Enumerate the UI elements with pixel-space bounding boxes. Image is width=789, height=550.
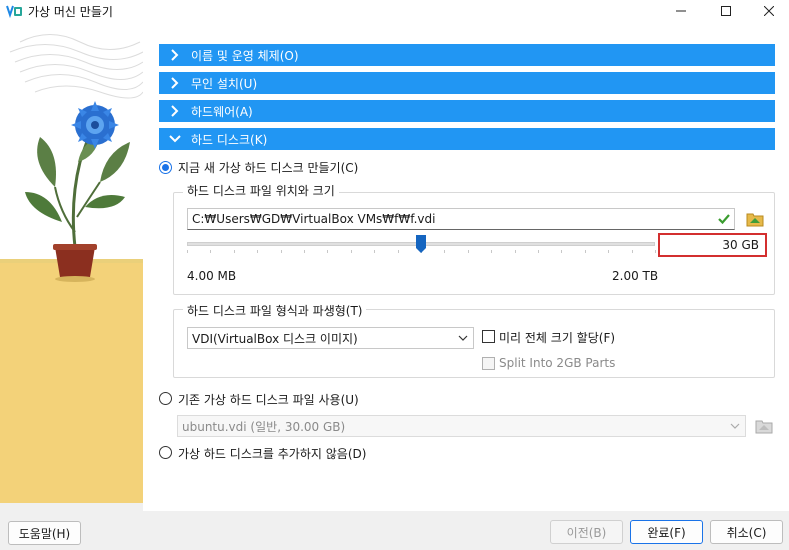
disk-file-path-value: C:₩Users₩GD₩VirtualBox VMs₩f₩f.vdi — [192, 212, 436, 226]
disk-size-slider-thumb[interactable] — [416, 235, 426, 253]
chevron-right-icon — [171, 105, 179, 117]
radio-create-new-disk[interactable] — [159, 161, 172, 174]
disk-size-value: 30 GB — [722, 238, 759, 252]
slider-tick — [467, 250, 469, 253]
slider-tick — [444, 250, 446, 253]
slider-tick — [538, 250, 539, 253]
help-button[interactable]: 도움말(H) — [8, 521, 81, 545]
split-2gb-label: Split Into 2GB Parts — [499, 356, 616, 370]
close-button[interactable] — [746, 0, 789, 22]
back-button-label: 이전(B) — [566, 525, 607, 540]
chevron-down-icon — [458, 335, 468, 341]
virtualbox-app-icon — [6, 3, 23, 19]
disk-file-path-input[interactable]: C:₩Users₩GD₩VirtualBox VMs₩f₩f.vdi — [187, 208, 735, 230]
preallocate-label: 미리 전체 크기 할당(F) — [499, 331, 616, 345]
slider-tick — [374, 250, 376, 253]
wizard-footer: 도움말(H) 이전(B) 완료(F) 취소(C) — [0, 511, 789, 550]
section-label: 하드 디스크(K) — [191, 132, 268, 147]
finish-button-label: 완료(F) — [647, 525, 686, 540]
create-new-disk-label: 지금 새 가상 하드 디스크 만들기(C) — [178, 161, 359, 175]
no-disk-label: 가상 하드 디스크를 추가하지 않음(D) — [178, 447, 367, 461]
back-button[interactable]: 이전(B) — [550, 520, 623, 544]
section-label: 하드웨어(A) — [191, 104, 253, 119]
title-bar: 가상 머신 만들기 — [0, 0, 789, 22]
finish-button[interactable]: 완료(F) — [630, 520, 703, 544]
radio-no-disk[interactable] — [159, 446, 172, 459]
maximize-button[interactable] — [703, 0, 749, 22]
cancel-button[interactable]: 취소(C) — [710, 520, 783, 544]
existing-disk-select[interactable]: ubuntu.vdi (일반, 30.00 GB) — [177, 415, 746, 437]
minimize-button[interactable] — [658, 0, 704, 22]
chevron-down-icon — [730, 423, 740, 429]
preallocate-checkbox[interactable] — [482, 330, 495, 343]
slider-tick — [187, 250, 188, 253]
disk-format-value: VDI(VirtualBox 디스크 이미지) — [192, 331, 358, 346]
chevron-right-icon — [171, 77, 179, 89]
valid-check-icon — [718, 214, 730, 225]
folder-icon — [746, 213, 764, 227]
section-hard-disk[interactable]: 하드 디스크(K) — [159, 128, 775, 150]
format-group-title: 하드 디스크 파일 형식과 파생형(T) — [183, 302, 367, 319]
chevron-right-icon — [171, 49, 179, 61]
size-min-label: 4.00 MB — [187, 269, 237, 283]
cancel-button-label: 취소(C) — [726, 525, 767, 540]
section-hardware[interactable]: 하드웨어(A) — [159, 100, 775, 122]
slider-tick — [280, 250, 282, 253]
slider-tick — [257, 250, 259, 253]
location-size-group-title: 하드 디스크 파일 위치와 크기 — [183, 182, 339, 199]
folder-icon — [755, 420, 773, 434]
slider-tick — [304, 250, 305, 253]
wizard-content: 이름 및 운영 체제(O) 무인 설치(U) 하드웨어(A) 하드 디스크(K)… — [143, 22, 789, 511]
window-title: 가상 머신 만들기 — [28, 5, 113, 19]
slider-tick — [491, 250, 493, 253]
existing-disk-value: ubuntu.vdi (일반, 30.00 GB) — [182, 419, 346, 434]
disk-format-select[interactable]: VDI(VirtualBox 디스크 이미지) — [187, 327, 474, 349]
disk-size-input[interactable]: 30 GB — [658, 233, 767, 257]
slider-tick — [233, 250, 235, 253]
section-unattended-install[interactable]: 무인 설치(U) — [159, 72, 775, 94]
slider-tick — [350, 250, 352, 253]
size-max-label: 2.00 TB — [612, 269, 659, 283]
close-icon — [764, 6, 774, 16]
plant-illustration — [0, 22, 143, 503]
slider-tick — [584, 250, 586, 253]
slider-tick — [397, 250, 399, 253]
browse-file-button[interactable] — [744, 208, 766, 230]
slider-tick — [514, 250, 516, 253]
wizard-illustration — [0, 22, 143, 503]
maximize-icon — [721, 6, 731, 16]
slider-tick — [561, 250, 563, 253]
minimize-icon — [676, 10, 686, 12]
section-label: 이름 및 운영 체제(O) — [191, 48, 299, 63]
browse-existing-disk-button[interactable] — [753, 415, 775, 437]
radio-use-existing-disk[interactable] — [159, 392, 172, 405]
section-name-os[interactable]: 이름 및 운영 체제(O) — [159, 44, 775, 66]
chevron-down-icon — [169, 135, 181, 143]
use-existing-disk-label: 기존 가상 하드 디스크 파일 사용(U) — [178, 393, 359, 407]
slider-tick — [631, 250, 633, 253]
slider-tick — [210, 250, 212, 253]
help-button-label: 도움말(H) — [18, 526, 71, 541]
slider-tick — [608, 250, 610, 253]
slider-tick — [327, 250, 329, 253]
slider-tick — [655, 250, 656, 253]
section-label: 무인 설치(U) — [191, 76, 258, 91]
split-2gb-checkbox[interactable] — [482, 357, 495, 370]
